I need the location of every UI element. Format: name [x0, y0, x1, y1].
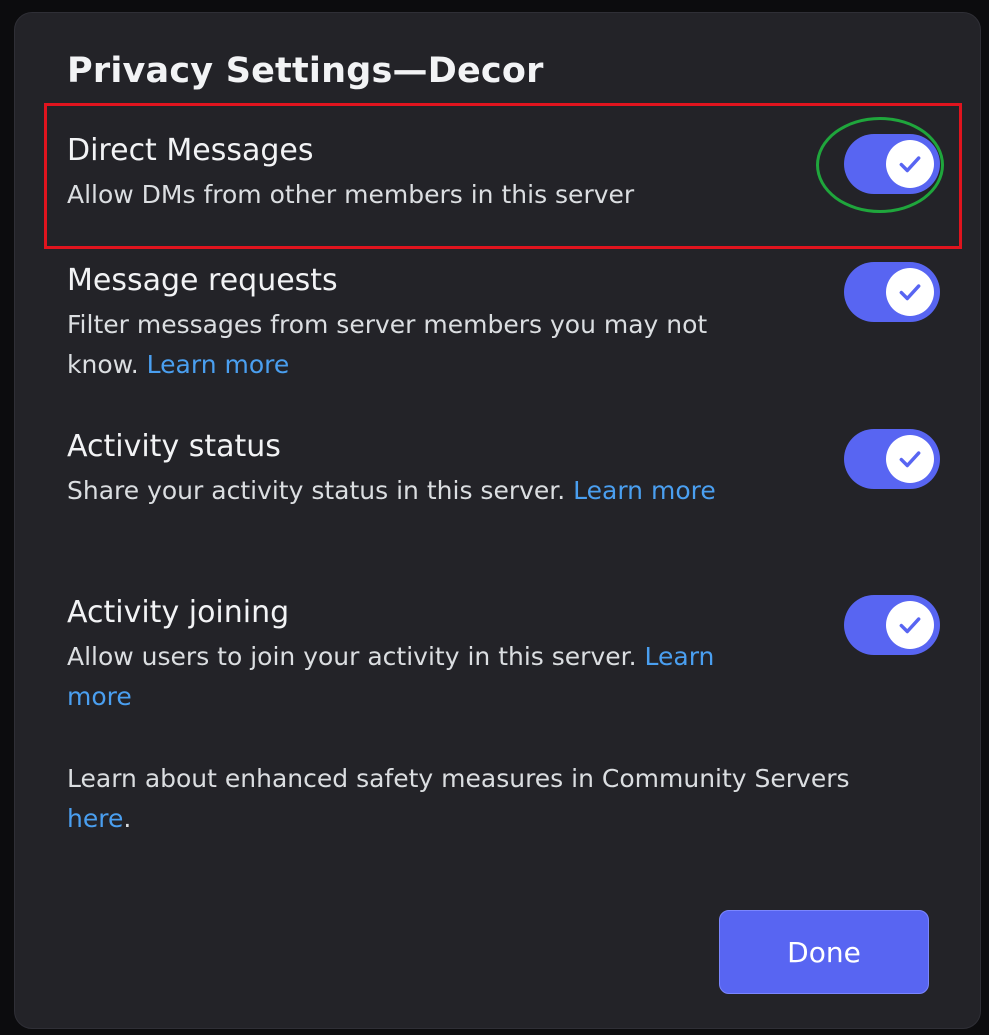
setting-description-text: Allow users to join your activity in thi…	[67, 642, 645, 671]
toggle-knob	[886, 268, 934, 316]
setting-title: Message requests	[67, 263, 338, 298]
activity-status-toggle[interactable]	[844, 429, 940, 489]
setting-description: Share your activity status in this serve…	[67, 471, 757, 511]
setting-message-requests: Message requests Filter messages from se…	[67, 261, 947, 385]
community-safety-note: Learn about enhanced safety measures in …	[67, 759, 887, 839]
footer-suffix: .	[123, 804, 132, 833]
toggle-knob	[886, 435, 934, 483]
learn-more-link[interactable]: Learn more	[147, 350, 290, 379]
message-requests-toggle[interactable]	[844, 262, 940, 322]
toggle-knob	[886, 140, 934, 188]
setting-description: Allow users to join your activity in thi…	[67, 637, 757, 717]
here-link[interactable]: here	[67, 804, 123, 833]
setting-direct-messages: Direct Messages Allow DMs from other mem…	[67, 131, 947, 215]
activity-joining-toggle[interactable]	[844, 595, 940, 655]
checkmark-icon	[899, 156, 921, 173]
setting-description: Filter messages from server members you …	[67, 305, 757, 385]
setting-activity-joining: Activity joining Allow users to join you…	[67, 593, 947, 717]
done-button[interactable]: Done	[719, 910, 929, 994]
setting-title: Direct Messages	[67, 133, 314, 168]
setting-description-text: Allow DMs from other members in this ser…	[67, 180, 635, 209]
modal-title: Privacy Settings—Decor	[67, 51, 544, 91]
privacy-settings-modal: Privacy Settings—Decor Direct Messages A…	[14, 12, 981, 1029]
setting-title: Activity status	[67, 429, 281, 464]
checkmark-icon	[899, 451, 921, 468]
setting-description-text: Share your activity status in this serve…	[67, 476, 574, 505]
checkmark-icon	[899, 284, 921, 301]
checkmark-icon	[899, 617, 921, 634]
setting-title: Activity joining	[67, 595, 290, 630]
toggle-knob	[886, 601, 934, 649]
learn-more-link[interactable]: Learn more	[573, 476, 716, 505]
setting-description: Allow DMs from other members in this ser…	[67, 175, 757, 215]
direct-messages-toggle[interactable]	[844, 134, 940, 194]
setting-activity-status: Activity status Share your activity stat…	[67, 427, 947, 511]
footer-text: Learn about enhanced safety measures in …	[67, 764, 850, 793]
